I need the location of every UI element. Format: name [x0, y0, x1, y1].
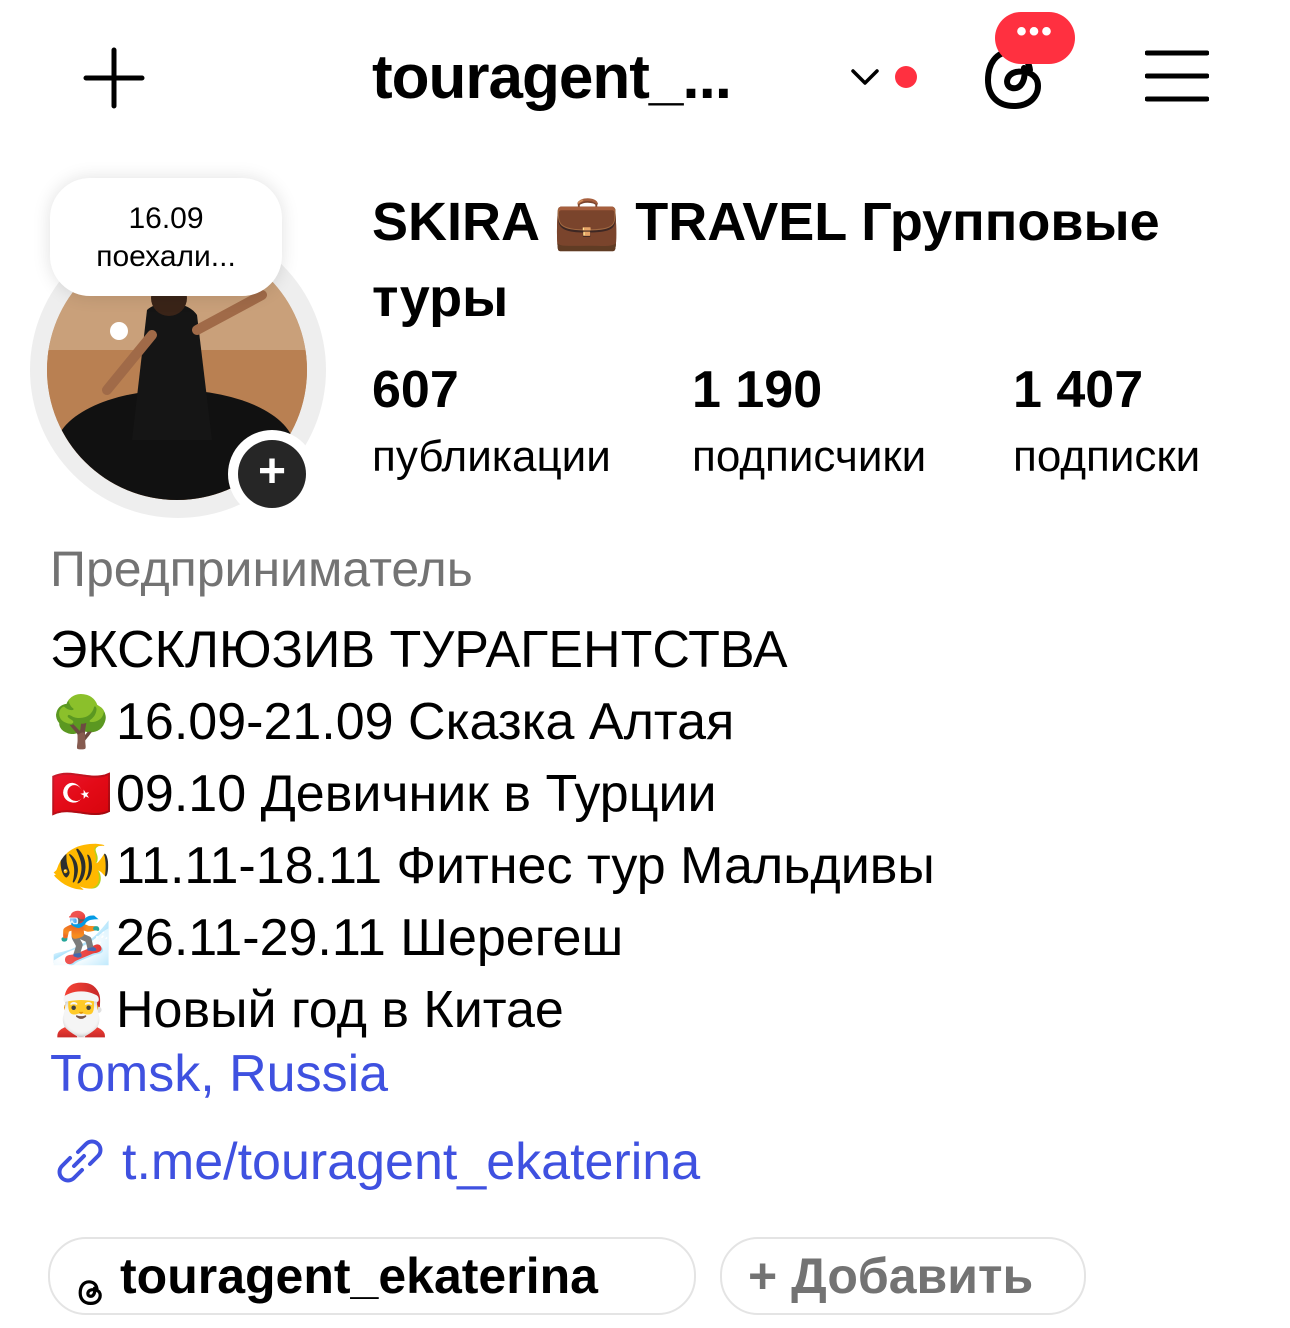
snowboarder-icon: 🏂	[50, 910, 113, 966]
bio-line: 🌳 16.09-21.09 Сказка Алтая	[50, 686, 935, 758]
bio-line-text: 09.10 Девичник в Турции	[116, 765, 717, 823]
santa-icon: 🎅	[50, 982, 113, 1038]
bio: ЭКСКЛЮЗИВ ТУРАГЕНТСТВА 🌳 16.09-21.09 Ска…	[50, 614, 935, 1046]
note-bubble-tail	[110, 322, 128, 340]
bio-line-text: Новый год в Китае	[116, 981, 564, 1039]
threads-badge[interactable]: •••	[995, 12, 1075, 64]
bio-headline: ЭКСКЛЮЗИВ ТУРАГЕНТСТВА	[50, 621, 788, 679]
bio-line-text: 11.11-18.11 Фитнес тур Мальдивы	[116, 837, 935, 895]
menu-icon[interactable]	[1144, 48, 1210, 104]
bio-line: 🇹🇷 09.10 Девичник в Турции	[50, 758, 935, 830]
followers-label[interactable]: подписчики	[692, 432, 926, 482]
threads-small-icon	[76, 1261, 106, 1306]
add-story-button[interactable]: +	[238, 440, 306, 508]
profile-category: Предприниматель	[50, 541, 473, 597]
note-line: поехали...	[96, 240, 236, 273]
notification-dot	[895, 66, 917, 88]
note-bubble[interactable]: 16.09 поехали...	[50, 178, 282, 296]
bio-line-text: 26.11-29.11 Шерегеш	[116, 909, 624, 967]
following-count[interactable]: 1 407	[1013, 360, 1143, 420]
bio-line: 🐠 11.11-18.11 Фитнес тур Мальдивы	[50, 830, 935, 902]
location-link[interactable]: Tomsk, Russia	[50, 1044, 388, 1104]
followers-count[interactable]: 1 190	[692, 360, 822, 420]
bio-line: 🎅 Новый год в Китае	[50, 974, 935, 1046]
external-link-text[interactable]: t.me/touragent_ekaterina	[122, 1132, 700, 1192]
posts-label[interactable]: публикации	[372, 432, 611, 482]
add-link-button[interactable]: + Добавить	[720, 1237, 1086, 1315]
profile-full-name: SKIRA 💼 TRAVEL Групповые туры	[372, 192, 1160, 328]
chevron-down-icon[interactable]	[848, 62, 882, 92]
note-line: 16.09	[128, 202, 204, 235]
create-plus-icon[interactable]	[80, 44, 148, 112]
following-label[interactable]: подписки	[1013, 432, 1200, 482]
account-username[interactable]: touragent_...	[372, 42, 732, 113]
threads-profile-pill[interactable]: touragent_ekaterina	[48, 1237, 696, 1315]
bio-line: 🏂 26.11-29.11 Шерегеш	[50, 902, 935, 974]
add-link-label: + Добавить	[748, 1248, 1034, 1304]
threads-handle: touragent_ekaterina	[120, 1248, 598, 1304]
posts-count[interactable]: 607	[372, 360, 459, 420]
turkey-flag-icon: 🇹🇷	[50, 766, 113, 822]
external-link[interactable]: t.me/touragent_ekaterina	[50, 1132, 700, 1192]
tree-icon: 🌳	[50, 694, 113, 750]
bio-line-text: 16.09-21.09 Сказка Алтая	[116, 693, 735, 751]
link-icon	[50, 1136, 108, 1188]
tropical-fish-icon: 🐠	[50, 838, 113, 894]
